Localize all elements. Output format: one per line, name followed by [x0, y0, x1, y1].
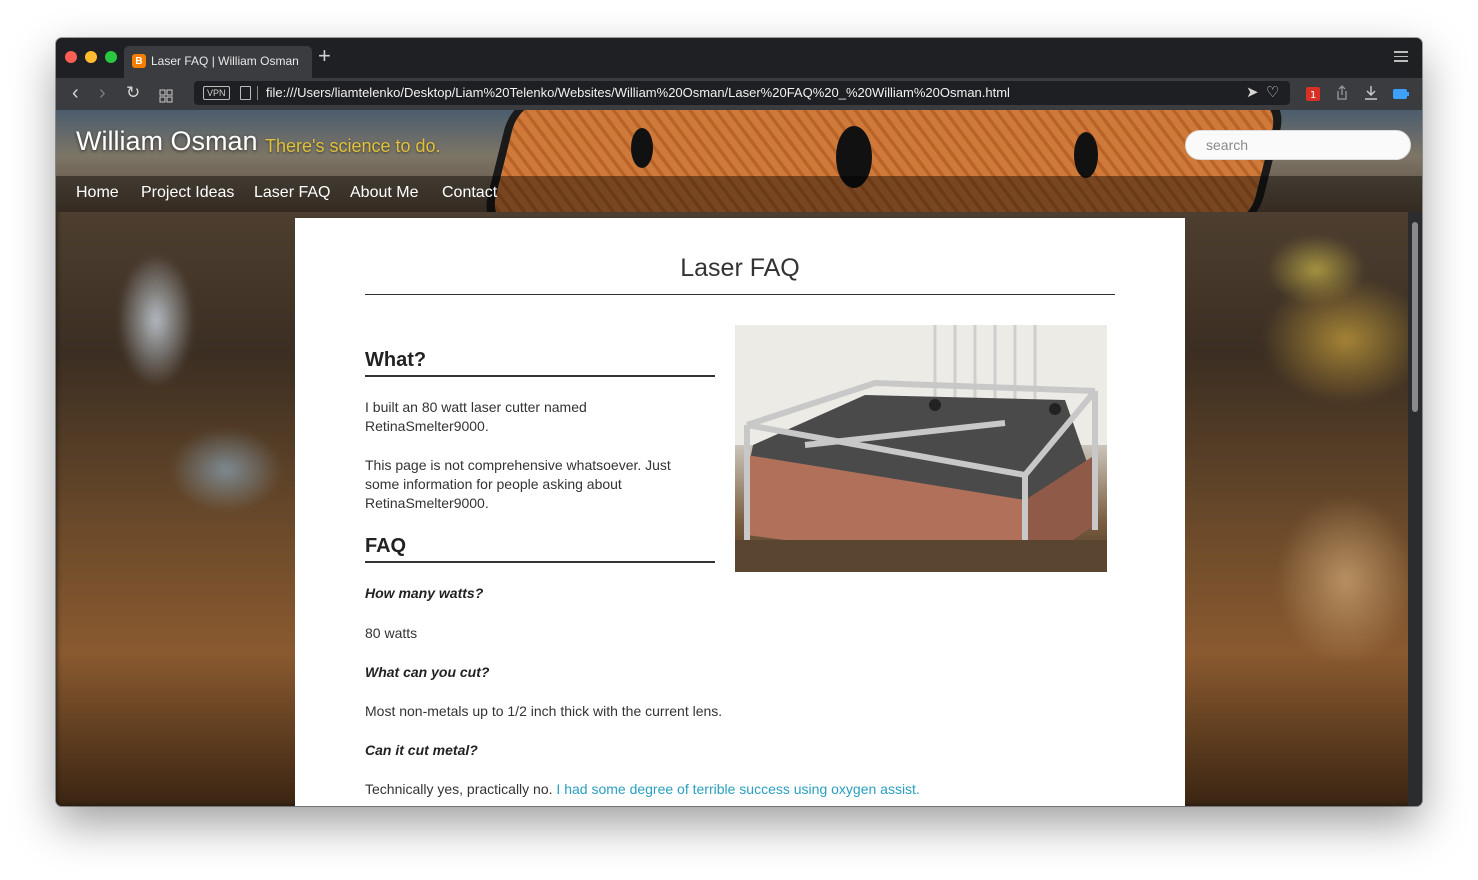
what-divider [365, 375, 715, 377]
web-page: William Osman There's science to do. sea… [56, 110, 1422, 806]
page-icon [240, 86, 251, 100]
site-tagline: There's science to do. [265, 136, 441, 156]
extension-icon[interactable]: 1 [1305, 86, 1321, 107]
nav-contact[interactable]: Contact [442, 184, 497, 202]
close-window-button[interactable] [65, 51, 77, 63]
what-heading: What? [365, 349, 427, 371]
faq-question: What can you cut? [365, 664, 490, 680]
site-header: William Osman There's science to do. sea… [56, 110, 1422, 212]
nav-about-me[interactable]: About Me [350, 184, 418, 202]
page-scrollbar[interactable] [1408, 212, 1422, 806]
site-nav: Home Project Ideas Laser FAQ About Me Co… [56, 176, 1422, 212]
minimize-window-button[interactable] [85, 51, 97, 63]
share-icon[interactable] [1335, 85, 1349, 106]
zoom-window-button[interactable] [105, 51, 117, 63]
faq-answer: Technically yes, practically no. I had s… [365, 781, 920, 797]
bee-graphic [1074, 132, 1098, 178]
search-placeholder: search [1206, 137, 1249, 153]
send-icon[interactable]: ➤ [1246, 83, 1259, 101]
new-tab-button[interactable]: + [318, 45, 331, 67]
address-bar: ‹ › ↻ VPN file:///Users/liamtelenko/Desk… [56, 78, 1422, 110]
browser-window: B Laser FAQ | William Osman + ‹ › ↻ VPN … [56, 38, 1422, 806]
faq-answer-text: Technically yes, practically no. [365, 781, 553, 797]
page-title: Laser FAQ [680, 254, 800, 282]
title-divider [365, 294, 1115, 295]
faq-answer: 80 watts [365, 625, 418, 641]
bee-graphic [631, 128, 653, 168]
faq-answer: Most non-metals up to 1/2 inch thick wit… [365, 703, 723, 719]
url-separator [257, 86, 258, 100]
nav-home[interactable]: Home [76, 184, 119, 202]
nav-laser-faq[interactable]: Laser FAQ [254, 184, 330, 202]
oxygen-assist-link[interactable]: I had some degree of terrible success us… [556, 781, 919, 797]
grid-icon[interactable] [159, 86, 173, 108]
what-paragraph-2: This page is not comprehensive whatsoeve… [365, 457, 671, 511]
what-paragraph-1: I built an 80 watt laser cutter named Re… [365, 399, 587, 434]
heart-icon[interactable]: ♡ [1266, 83, 1279, 101]
site-title[interactable]: William Osman [76, 126, 258, 157]
tab-title: Laser FAQ | William Osman [151, 54, 299, 68]
forward-icon[interactable]: › [99, 82, 106, 104]
article-content: Laser FAQ What? I built an 80 watt laser… [295, 218, 1185, 806]
blogger-icon: B [132, 54, 146, 68]
scrollbar-thumb[interactable] [1412, 222, 1418, 412]
url-text[interactable]: file:///Users/liamtelenko/Desktop/Liam%2… [266, 85, 1010, 100]
back-icon[interactable]: ‹ [72, 82, 79, 104]
faq-question: How many watts? [365, 585, 484, 601]
laser-cutter-photo [735, 325, 1107, 572]
svg-text:1: 1 [1310, 90, 1316, 101]
faq-question: Can it cut metal? [365, 742, 478, 758]
faq-divider [365, 561, 715, 563]
tab-menu-icon[interactable] [1394, 51, 1408, 65]
battery-icon [1392, 87, 1410, 105]
tab-laser-faq[interactable]: B Laser FAQ | William Osman [124, 46, 312, 78]
search-input[interactable]: search [1185, 130, 1411, 160]
reload-icon[interactable]: ↻ [126, 82, 140, 104]
download-icon[interactable] [1364, 85, 1378, 106]
vpn-badge[interactable]: VPN [203, 86, 230, 100]
tab-bar: B Laser FAQ | William Osman + [56, 38, 1422, 78]
faq-heading: FAQ [365, 535, 407, 557]
url-field[interactable]: VPN file:///Users/liamtelenko/Desktop/Li… [194, 81, 1290, 105]
nav-project-ideas[interactable]: Project Ideas [141, 184, 234, 202]
